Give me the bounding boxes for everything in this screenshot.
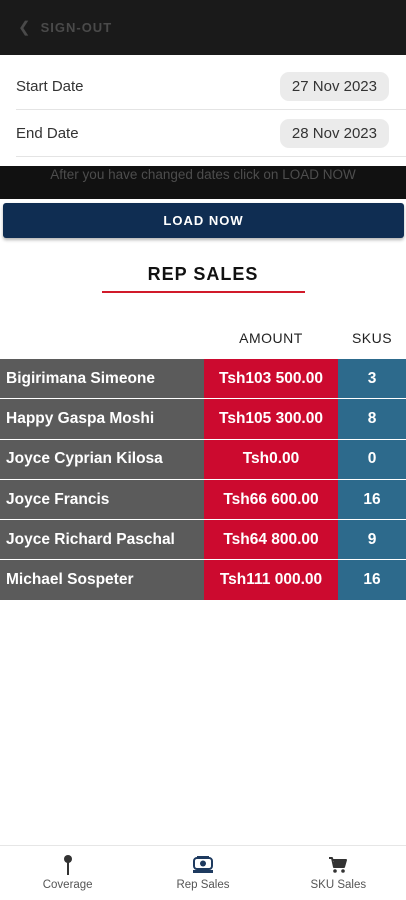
rep-name-cell: Bigirimana Simeone [0,359,204,399]
nav-label-coverage: Coverage [42,879,93,891]
amount-column-header: AMOUNT [239,330,303,346]
start-date-picker[interactable]: 27 Nov 2023 [279,71,389,101]
start-date-row: Start Date 27 Nov 2023 [16,63,406,110]
rep-name-cell: Michael Sospeter [0,560,204,600]
sign-out-button[interactable]: SIGN-OUT [41,20,113,35]
end-date-picker[interactable]: 28 Nov 2023 [279,118,389,148]
rep-sales-table: Bigirimana Simeone Tsh103 500.00 3 Happy… [0,359,406,601]
rep-name-cell: Joyce Francis [0,479,204,520]
start-date-label: Start Date [16,77,84,95]
table-row[interactable]: Joyce Richard Paschal Tsh64 800.00 9 [0,520,406,561]
rep-name-cell: Happy Gaspa Moshi [0,399,204,439]
rep-sales-screen: ❮ SIGN-OUT Start Date 27 Nov 2023 End Da… [0,0,406,900]
table-row[interactable]: Michael Sospeter Tsh111 000.00 16 [0,560,406,601]
table-row[interactable]: Joyce Francis Tsh66 600.00 16 [0,479,406,521]
nav-label-sku-sales: SKU Sales [310,879,367,891]
amount-cell: Tsh64 800.00 [204,520,338,560]
table-row[interactable]: Joyce Cyprian Kilosa Tsh0.00 0 [0,439,406,480]
skus-cell: 16 [338,560,406,600]
load-now-button[interactable]: LOAD NOW [3,203,404,238]
nav-label-rep-sales: Rep Sales [176,879,230,891]
skus-cell: 8 [338,399,406,439]
amount-cell: Tsh103 500.00 [204,359,338,399]
amount-cell: Tsh105 300.00 [204,399,338,439]
title-underline [102,291,305,293]
table-row[interactable]: Bigirimana Simeone Tsh103 500.00 3 [0,359,406,400]
amount-cell: Tsh0.00 [204,439,338,479]
nav-item-rep-sales[interactable]: Rep Sales [135,846,270,900]
section-title: REP SALES [147,264,259,284]
register-icon [192,854,214,876]
rep-name-cell: Joyce Cyprian Kilosa [0,439,204,479]
end-date-row: End Date 28 Nov 2023 [16,110,406,157]
nav-item-coverage[interactable]: Coverage [0,846,135,900]
top-bar: ❮ SIGN-OUT [0,0,406,55]
bottom-nav: Coverage Rep Sales SKU Sales [0,845,406,900]
rep-name-cell: Joyce Richard Paschal [0,520,204,560]
nav-item-sku-sales[interactable]: SKU Sales [271,846,406,900]
amount-cell: Tsh111 000.00 [204,560,338,600]
cart-icon [328,854,348,876]
hint-text: After you have changed dates click on LO… [0,166,406,199]
skus-column-header: SKUS [351,330,393,346]
skus-cell: 16 [338,479,406,520]
skus-cell: 0 [338,439,406,479]
map-pin-icon [61,854,75,876]
skus-cell: 3 [338,359,406,399]
skus-cell: 9 [338,520,406,560]
end-date-label: End Date [16,124,79,142]
table-row[interactable]: Happy Gaspa Moshi Tsh105 300.00 8 [0,399,406,440]
chevron-left-icon[interactable]: ❮ [18,20,31,35]
amount-cell: Tsh66 600.00 [204,479,338,520]
